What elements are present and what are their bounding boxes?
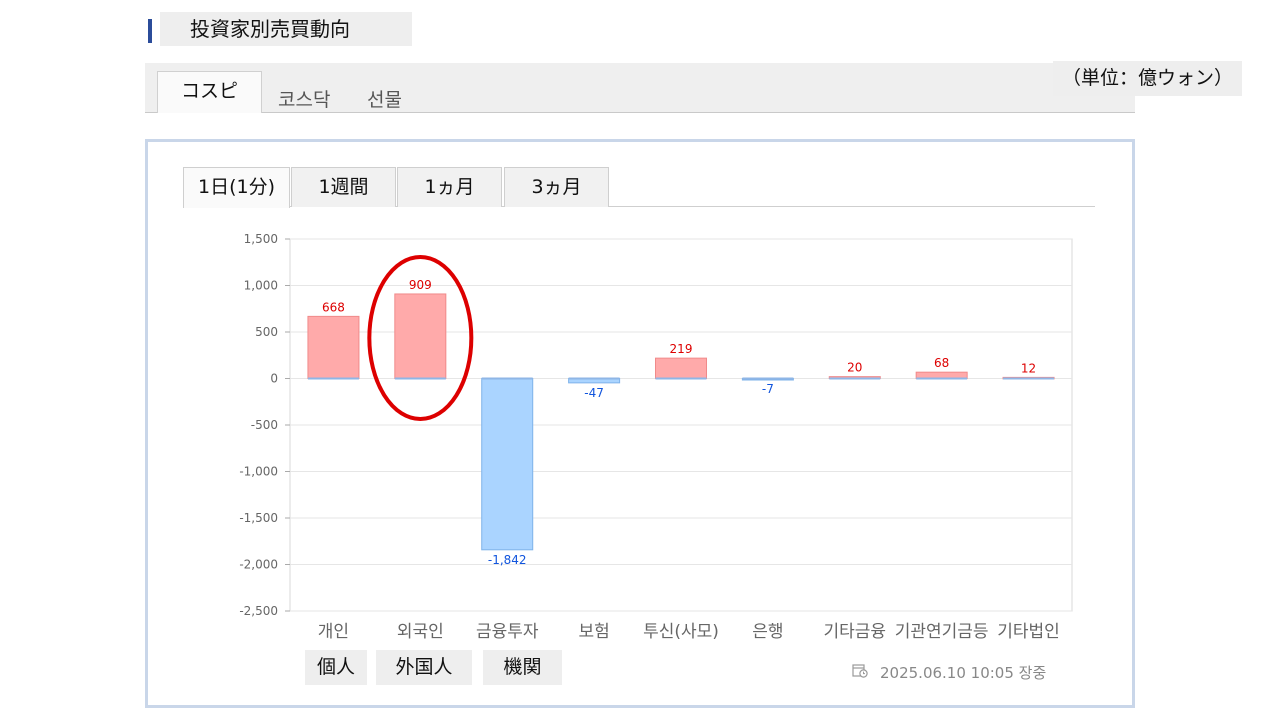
calendar-clock-icon — [852, 664, 868, 678]
y-tick-label: -2,000 — [239, 558, 278, 572]
category-label-2: 금융투자 — [476, 622, 539, 642]
category-label-0: 개인 — [318, 622, 349, 642]
label-institution-jp: 機関 — [483, 650, 562, 685]
category-label-5: 은행 — [752, 622, 783, 642]
value-label-5: -7 — [762, 382, 774, 396]
y-tick-label: -1,500 — [239, 511, 278, 525]
label-individual-jp: 個人 — [305, 650, 367, 685]
category-label-4: 투신(사모) — [643, 622, 719, 642]
bar-4[interactable] — [655, 357, 707, 379]
y-tick-label: -2,500 — [239, 604, 278, 618]
y-tick-label: 0 — [270, 372, 278, 386]
value-label-7: 68 — [934, 356, 949, 370]
y-tick-label: 1,500 — [244, 232, 278, 246]
category-label-7: 기관연기금등 — [895, 622, 989, 642]
investor-bar-chart: 668 909 -1,842 -47 219 -7 20 68 12 1,500 1,000 500… — [239, 232, 1073, 642]
category-label-8: 기타법인 — [997, 622, 1060, 642]
y-tick-label: -500 — [251, 418, 278, 432]
value-label-0: 668 — [322, 300, 345, 314]
category-label-3: 보험 — [578, 622, 609, 642]
value-label-6: 20 — [847, 361, 862, 375]
value-label-3: -47 — [584, 386, 604, 400]
value-label-2: -1,842 — [488, 553, 527, 567]
category-label-1: 외국인 — [397, 622, 444, 642]
value-label-1: 909 — [409, 278, 432, 292]
bar-1[interactable] — [394, 293, 447, 380]
bar-0[interactable] — [307, 315, 360, 380]
y-tick-label: 500 — [255, 325, 278, 339]
timestamp: 2025.06.10 10:05 장중 — [880, 664, 1047, 682]
category-label-6: 기타금융 — [823, 622, 886, 642]
y-tick-label: -1,000 — [239, 465, 278, 479]
value-label-4: 219 — [670, 342, 693, 356]
label-foreigner-jp: 外国人 — [376, 650, 472, 685]
value-label-8: 12 — [1021, 361, 1036, 375]
y-tick-label: 1,000 — [244, 279, 278, 293]
bar-2[interactable] — [481, 378, 534, 551]
